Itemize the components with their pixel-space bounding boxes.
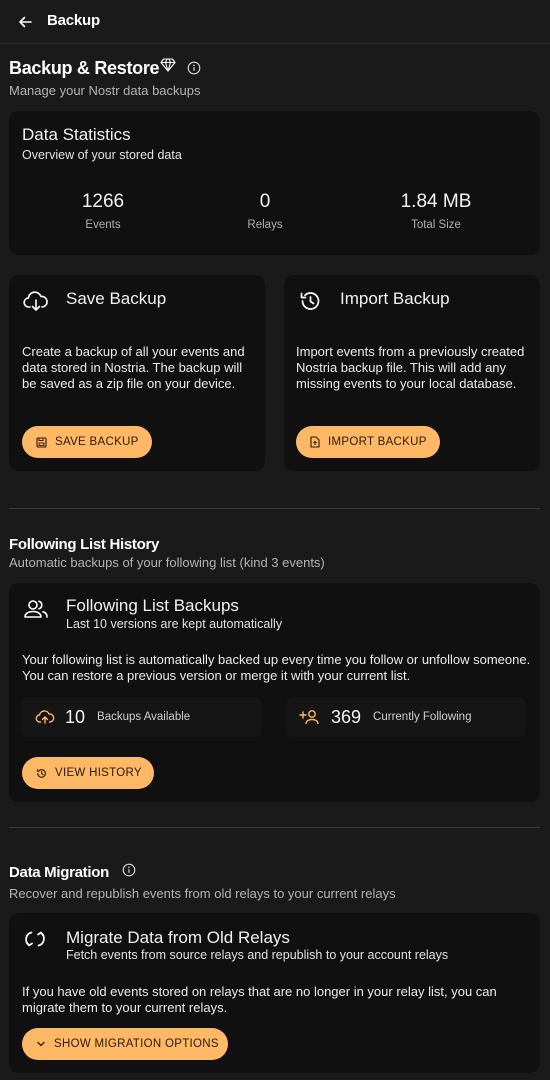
stat-events: 1266 Events bbox=[43, 191, 163, 231]
import-backup-button-label: IMPORT BACKUP bbox=[328, 436, 427, 448]
chevron-down-icon bbox=[37, 1041, 45, 1047]
save-backup-button-label: SAVE BACKUP bbox=[55, 436, 139, 448]
cloud-download-icon bbox=[23, 291, 48, 311]
stat-relays: 0 Relays bbox=[205, 191, 325, 231]
sync-icon bbox=[25, 931, 45, 947]
section-divider bbox=[9, 827, 540, 828]
import-backup-button[interactable]: IMPORT BACKUP bbox=[296, 426, 440, 458]
section-divider bbox=[9, 508, 540, 509]
backup-restore-title: Backup & Restore bbox=[9, 58, 160, 78]
following-history-title: Following List History bbox=[9, 536, 160, 553]
following-label: Currently Following bbox=[373, 711, 472, 723]
cloud-upload-icon bbox=[35, 710, 55, 724]
arrow-left-icon bbox=[19, 16, 32, 28]
data-statistics-card: Data Statistics Overview of your stored … bbox=[9, 111, 540, 255]
show-migration-options-label: SHOW MIGRATION OPTIONS bbox=[54, 1038, 219, 1050]
stat-value: 1266 bbox=[81, 191, 125, 212]
page-title: Backup bbox=[47, 12, 100, 29]
following-history-subtitle: Automatic backups of your following list… bbox=[9, 555, 325, 570]
import-backup-card: Import Backup Import events from a previ… bbox=[284, 275, 540, 471]
following-backups-subtitle: Last 10 versions are kept automatically bbox=[66, 617, 283, 631]
stats-subtitle: Overview of your stored data bbox=[22, 148, 182, 162]
stat-label: Relays bbox=[247, 219, 283, 231]
import-backup-title: Import Backup bbox=[340, 289, 450, 308]
file-upload-icon bbox=[310, 436, 320, 448]
save-backup-title: Save Backup bbox=[66, 289, 167, 308]
backups-count: 10 bbox=[65, 706, 86, 727]
data-migration-subtitle: Recover and republish events from old re… bbox=[9, 886, 396, 901]
save-backup-card: Save Backup Create a backup of all your … bbox=[9, 275, 265, 471]
stat-value: 0 bbox=[259, 191, 271, 212]
info-icon[interactable] bbox=[187, 61, 201, 75]
migrate-data-subtitle: Fetch events from source relays and repu… bbox=[66, 948, 449, 962]
stat-value: 1.84 MB bbox=[400, 191, 472, 212]
migrate-data-title: Migrate Data from Old Relays bbox=[66, 928, 290, 947]
back-button[interactable] bbox=[14, 11, 36, 33]
import-backup-description: Import events from a previously created … bbox=[296, 344, 525, 391]
backups-available-stat: 10 Backups Available bbox=[21, 697, 261, 737]
backups-label: Backups Available bbox=[97, 711, 191, 723]
currently-following-stat: 369 Currently Following bbox=[287, 697, 525, 737]
top-app-bar: Backup bbox=[0, 0, 550, 44]
show-migration-options-button[interactable]: SHOW MIGRATION OPTIONS bbox=[22, 1028, 228, 1060]
following-count: 369 bbox=[331, 706, 362, 727]
following-backups-title: Following List Backups bbox=[66, 596, 239, 615]
diamond-icon bbox=[160, 58, 176, 72]
data-migration-title: Data Migration bbox=[9, 864, 109, 881]
people-icon bbox=[24, 600, 48, 618]
stats-title: Data Statistics bbox=[22, 125, 131, 144]
view-history-button[interactable]: VIEW HISTORY bbox=[22, 757, 154, 789]
view-history-button-label: VIEW HISTORY bbox=[55, 767, 142, 779]
save-icon bbox=[36, 436, 47, 448]
stat-label: Total Size bbox=[411, 219, 461, 231]
history-icon bbox=[300, 292, 320, 310]
backup-restore-subtitle: Manage your Nostr data backups bbox=[9, 83, 201, 98]
following-backups-description: Your following list is automatically bac… bbox=[22, 652, 531, 683]
info-icon[interactable] bbox=[122, 863, 136, 877]
migrate-data-description: If you have old events stored on relays … bbox=[22, 984, 497, 1015]
save-backup-button[interactable]: SAVE BACKUP bbox=[22, 426, 152, 458]
following-list-backups-card: Following List Backups Last 10 versions … bbox=[9, 583, 540, 802]
stat-total-size: 1.84 MB Total Size bbox=[376, 191, 496, 231]
migrate-data-card: Migrate Data from Old Relays Fetch event… bbox=[9, 913, 540, 1073]
stat-label: Events bbox=[85, 219, 121, 231]
save-backup-description: Create a backup of all your events and d… bbox=[22, 344, 245, 391]
history-icon bbox=[36, 768, 46, 778]
person-add-icon bbox=[299, 710, 319, 725]
